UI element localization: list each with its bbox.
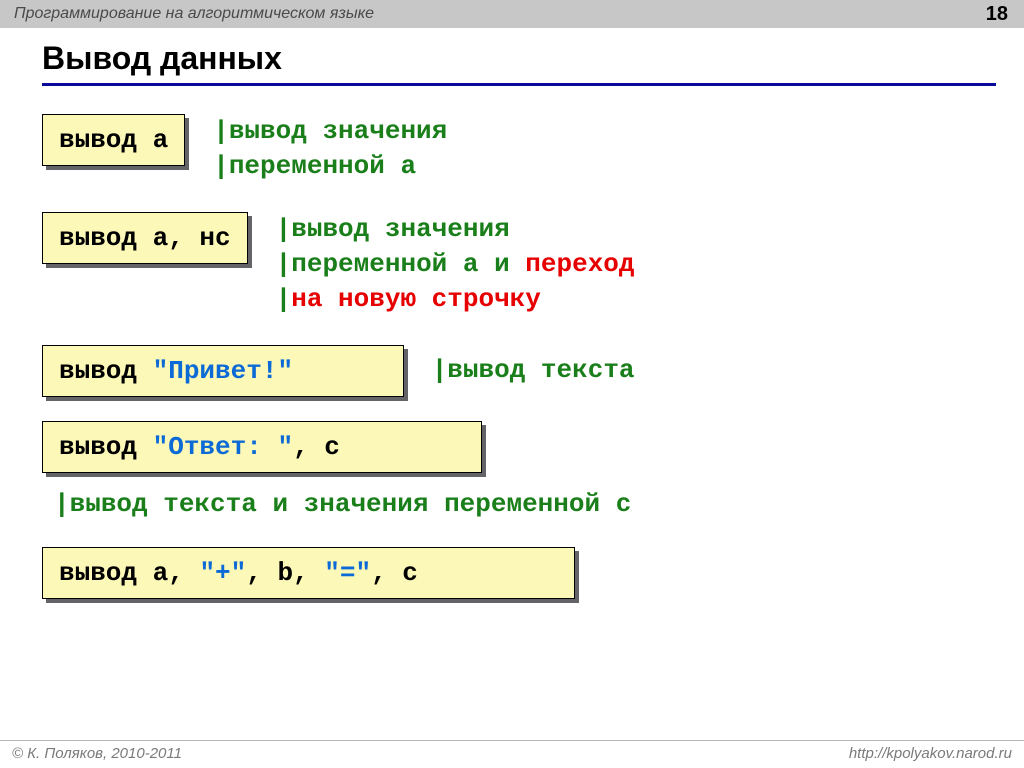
example-row: вывод a, нс |вывод значения |переменной … xyxy=(42,212,996,317)
footer: © К. Поляков, 2010-2011 http://kpolyakov… xyxy=(0,740,1024,768)
example-row: вывод a |вывод значения |переменной a xyxy=(42,114,996,184)
course-title: Программирование на алгоритмическом язык… xyxy=(14,5,374,23)
slide-title: Вывод данных xyxy=(42,40,996,86)
copyright: © К. Поляков, 2010-2011 xyxy=(12,745,182,762)
code-box: вывод a, "+", b, "=", c xyxy=(42,547,575,599)
code-box: вывод a, нс xyxy=(42,212,248,264)
code-box: вывод "Ответ: ", c xyxy=(42,421,482,473)
slide-body: Вывод данных вывод a |вывод значения |пе… xyxy=(0,28,1024,599)
code-comment: |вывод текста и значения переменной c xyxy=(54,487,996,522)
footer-url: http://kpolyakov.narod.ru xyxy=(849,745,1012,762)
example-row: вывод a, "+", b, "=", c xyxy=(42,547,996,599)
code-comment: |вывод текста xyxy=(432,353,996,388)
example-row: вывод "Ответ: ", c xyxy=(42,421,996,473)
code-comment: |вывод значения |переменной a xyxy=(213,114,996,184)
example-row: вывод "Привет!" |вывод текста xyxy=(42,345,996,397)
code-comment: |вывод значения |переменной a и переход … xyxy=(276,212,996,317)
code-box: вывод a xyxy=(42,114,185,166)
header-bar: Программирование на алгоритмическом язык… xyxy=(0,0,1024,28)
code-box: вывод "Привет!" xyxy=(42,345,404,397)
page-number: 18 xyxy=(986,3,1014,26)
